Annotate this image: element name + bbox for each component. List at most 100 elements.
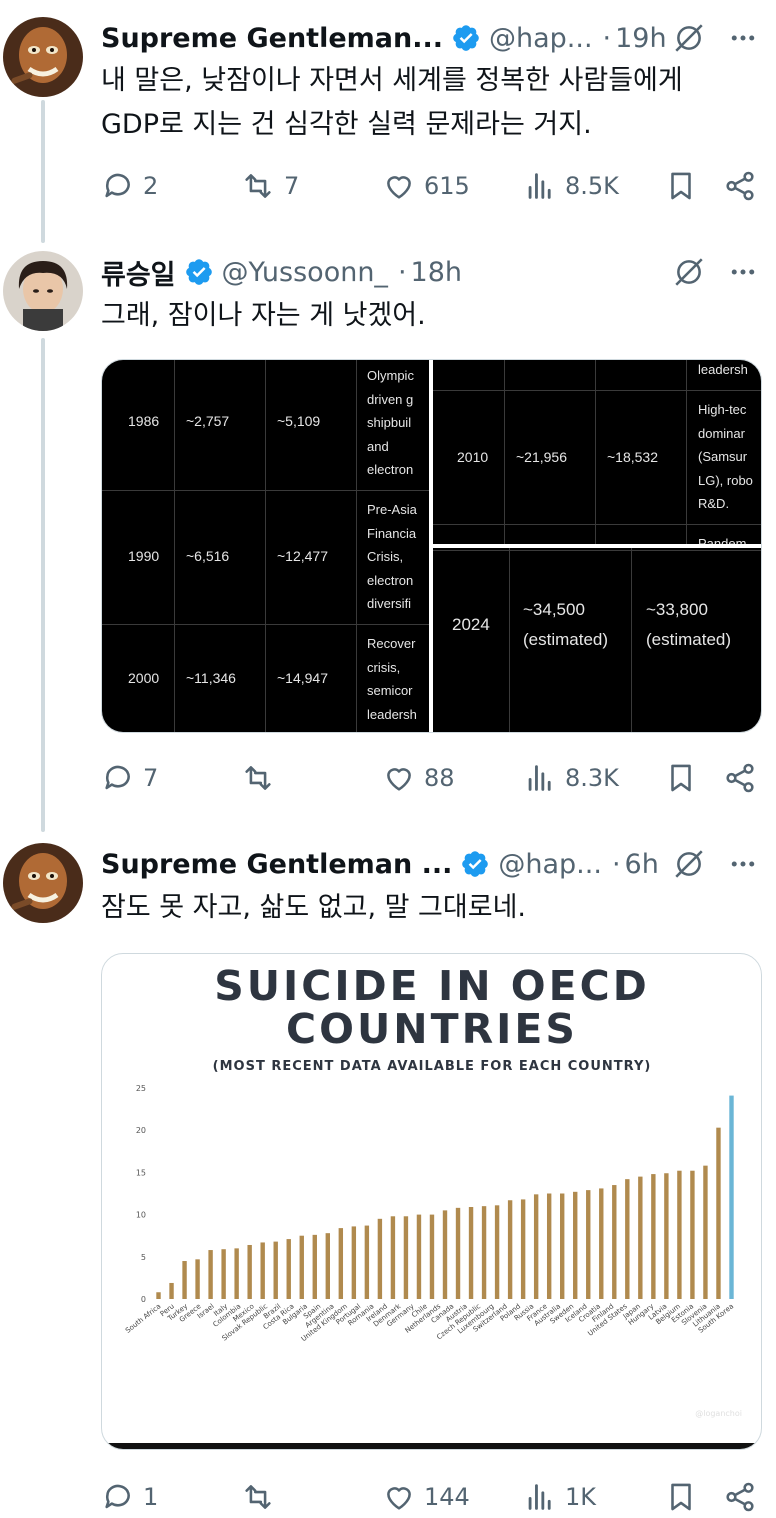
- y-tick-label: 0: [141, 1295, 146, 1304]
- display-name[interactable]: Supreme Gentleman...: [101, 23, 443, 54]
- repost-button[interactable]: [240, 758, 276, 798]
- view-count: 8.5K: [565, 172, 619, 200]
- tweet-header-actions: [672, 844, 758, 884]
- like-count: 615: [424, 172, 470, 200]
- bookmark-button[interactable]: [664, 1477, 698, 1517]
- timestamp[interactable]: 18h: [411, 257, 462, 288]
- repost-button[interactable]: 7: [240, 166, 299, 206]
- y-tick-label: 5: [141, 1253, 146, 1262]
- chart-bar: [442, 1210, 448, 1299]
- image-grid[interactable]: 1986 ~2,757 ~5,109 Olympic driven g shipbu…: [101, 359, 762, 733]
- chart-bar: [325, 1233, 330, 1299]
- more-icon[interactable]: [728, 23, 758, 53]
- repost-icon: [245, 1485, 271, 1509]
- repost-icon: [245, 174, 271, 198]
- avatar[interactable]: [3, 843, 83, 923]
- chart-bar: [260, 1242, 265, 1299]
- chart-bar: [195, 1259, 200, 1299]
- gdp-table-image-left[interactable]: 1986 ~2,757 ~5,109 Olympic driven g shipbu…: [102, 360, 429, 732]
- avatar-image: [3, 251, 83, 331]
- table-cell-taiwan: ~18,532: [607, 449, 658, 465]
- chart-bar: [729, 1095, 734, 1299]
- share-icon: [726, 171, 754, 201]
- handle[interactable]: @hap...: [498, 849, 602, 880]
- tweet-header: Supreme Gentleman ... @hap... · 6h: [101, 844, 659, 884]
- chart-bar: [651, 1174, 656, 1299]
- avatar[interactable]: [3, 17, 83, 97]
- gdp-table-image-right-top[interactable]: leadersh 2010 ~21,956 ~18,532 High-tec do…: [433, 360, 761, 544]
- bookmark-button[interactable]: [664, 166, 698, 206]
- repost-button[interactable]: [240, 1477, 276, 1517]
- table-cell-taiwan: ~12,477: [277, 548, 328, 564]
- chart-bar: [520, 1199, 526, 1299]
- table-cell-note: Pre-Asia Financia Crisis, electron diversifi: [367, 502, 417, 611]
- chart-bar: [234, 1248, 239, 1299]
- heart-icon: [387, 1487, 411, 1510]
- timestamp[interactable]: 19h: [615, 23, 666, 54]
- timestamp[interactable]: 6h: [625, 849, 659, 880]
- view-count: 8.3K: [565, 764, 619, 792]
- grok-icon[interactable]: [672, 847, 706, 881]
- reply-button[interactable]: 2: [101, 166, 158, 206]
- handle[interactable]: @hap...: [489, 23, 593, 54]
- chart-bar: [716, 1127, 721, 1299]
- chart-bar: [625, 1179, 630, 1299]
- heart-icon: [387, 768, 411, 791]
- chart-bar: [208, 1250, 213, 1299]
- display-name[interactable]: 류승일: [101, 253, 176, 292]
- y-tick-label: 25: [136, 1084, 146, 1093]
- handle[interactable]: @Yussoonn_: [222, 257, 388, 288]
- avatar[interactable]: [3, 251, 83, 331]
- chart-bar: [533, 1194, 539, 1299]
- chart-bar: [403, 1216, 409, 1299]
- reply-button[interactable]: 7: [101, 758, 158, 798]
- chart-bar: [586, 1190, 591, 1299]
- tweet-header-actions: [672, 18, 758, 58]
- chart-bar: [703, 1165, 708, 1299]
- chart-bar: [338, 1228, 344, 1299]
- views-button[interactable]: 8.3K: [523, 758, 619, 798]
- reply-count: 2: [143, 172, 159, 200]
- views-button[interactable]: 8.5K: [523, 166, 619, 206]
- display-name[interactable]: Supreme Gentleman ...: [101, 849, 452, 880]
- verified-badge-icon: [453, 25, 479, 51]
- bookmark-button[interactable]: [664, 758, 698, 798]
- views-button[interactable]: 1K: [523, 1477, 596, 1517]
- chart-bar: [507, 1200, 513, 1299]
- chart-bar: [377, 1218, 383, 1299]
- table-cell-korea: ~6,516: [186, 548, 230, 564]
- chart-bar: [312, 1234, 317, 1299]
- chart-bar: [286, 1239, 291, 1299]
- chart-bar: [560, 1193, 565, 1299]
- grok-icon[interactable]: [672, 255, 706, 289]
- table-cell-korea: ~2,757: [186, 413, 230, 429]
- tweet-header: 류승일 @Yussoonn_ · 18h: [101, 252, 462, 292]
- like-button[interactable]: 144: [382, 1477, 470, 1517]
- repost-icon: [245, 766, 271, 790]
- like-button[interactable]: 88: [382, 758, 455, 798]
- chart-bar: [638, 1176, 643, 1299]
- more-icon[interactable]: [728, 849, 758, 879]
- reply-button[interactable]: 1: [101, 1477, 158, 1517]
- infographic-image[interactable]: SUICIDE IN OECD COUNTRIES (MOST RECENT D…: [101, 953, 762, 1450]
- share-button[interactable]: [723, 166, 757, 206]
- share-button[interactable]: [723, 758, 757, 798]
- table-cell-taiwan: ~14,947: [277, 670, 328, 686]
- more-icon[interactable]: [728, 257, 758, 287]
- y-tick-label: 10: [136, 1211, 146, 1220]
- chart-bar: [247, 1244, 252, 1299]
- share-button[interactable]: [723, 1477, 757, 1517]
- y-tick-label: 15: [136, 1168, 146, 1177]
- views-icon: [528, 765, 551, 791]
- gdp-table-image-right-bottom[interactable]: 2024 ~34,500 (estimated) ~33,800 (estimate…: [433, 548, 761, 732]
- thread-line-2: [41, 338, 45, 832]
- table-cell-year: 2024: [452, 615, 490, 634]
- chart-title-line1: SUICIDE IN OECD: [214, 962, 650, 1010]
- chart-bar: [364, 1225, 370, 1299]
- table-cell-taiwan: ~5,109: [277, 413, 321, 429]
- tweet-text-line: 내 말은, 낮잠이나 자면서 세계를 정복한 사람들에게: [101, 65, 683, 96]
- like-button[interactable]: 615: [382, 166, 470, 206]
- grok-icon[interactable]: [672, 21, 706, 55]
- chart-bar: [429, 1214, 435, 1299]
- table-cell-note: Recover crisis, semicor leadersh: [367, 636, 417, 722]
